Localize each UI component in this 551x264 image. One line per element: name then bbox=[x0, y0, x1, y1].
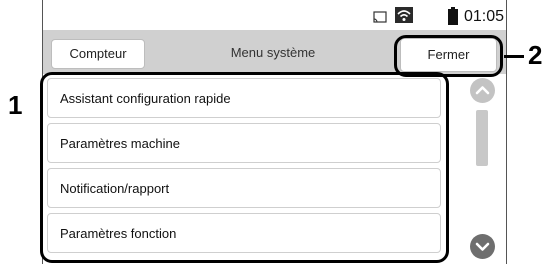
counter-button[interactable]: Compteur bbox=[51, 39, 145, 69]
menu-item-notification-report[interactable]: Notification/rapport bbox=[47, 168, 441, 208]
menu-item-quick-setup[interactable]: Assistant configuration rapide bbox=[47, 78, 441, 118]
scrollbar-thumb[interactable] bbox=[476, 110, 488, 166]
menu-list: Assistant configuration rapide Paramètre… bbox=[43, 74, 459, 264]
chevron-down-icon[interactable] bbox=[470, 234, 495, 259]
status-time: 01:05 bbox=[464, 8, 505, 25]
chevron-up-icon[interactable] bbox=[470, 78, 495, 103]
scrollbar[interactable] bbox=[461, 74, 506, 264]
header-bar: Compteur Menu système Fermer bbox=[43, 30, 506, 74]
status-bar: 01:05 bbox=[43, 0, 506, 30]
page-title: Menu système bbox=[230, 45, 316, 60]
callout-leader-line bbox=[504, 55, 524, 58]
device-screen: 01:05 Compteur Menu système Fermer Assis… bbox=[42, 0, 507, 264]
wifi-icon bbox=[395, 7, 413, 28]
close-button[interactable]: Fermer bbox=[400, 38, 497, 72]
callout-number-1: 1 bbox=[8, 90, 23, 120]
callout-number-2: 2 bbox=[528, 40, 543, 70]
cast-icon bbox=[373, 10, 387, 28]
battery-icon bbox=[447, 7, 459, 30]
menu-item-function-settings[interactable]: Paramètres fonction bbox=[47, 213, 441, 253]
menu-item-machine-settings[interactable]: Paramètres machine bbox=[47, 123, 441, 163]
